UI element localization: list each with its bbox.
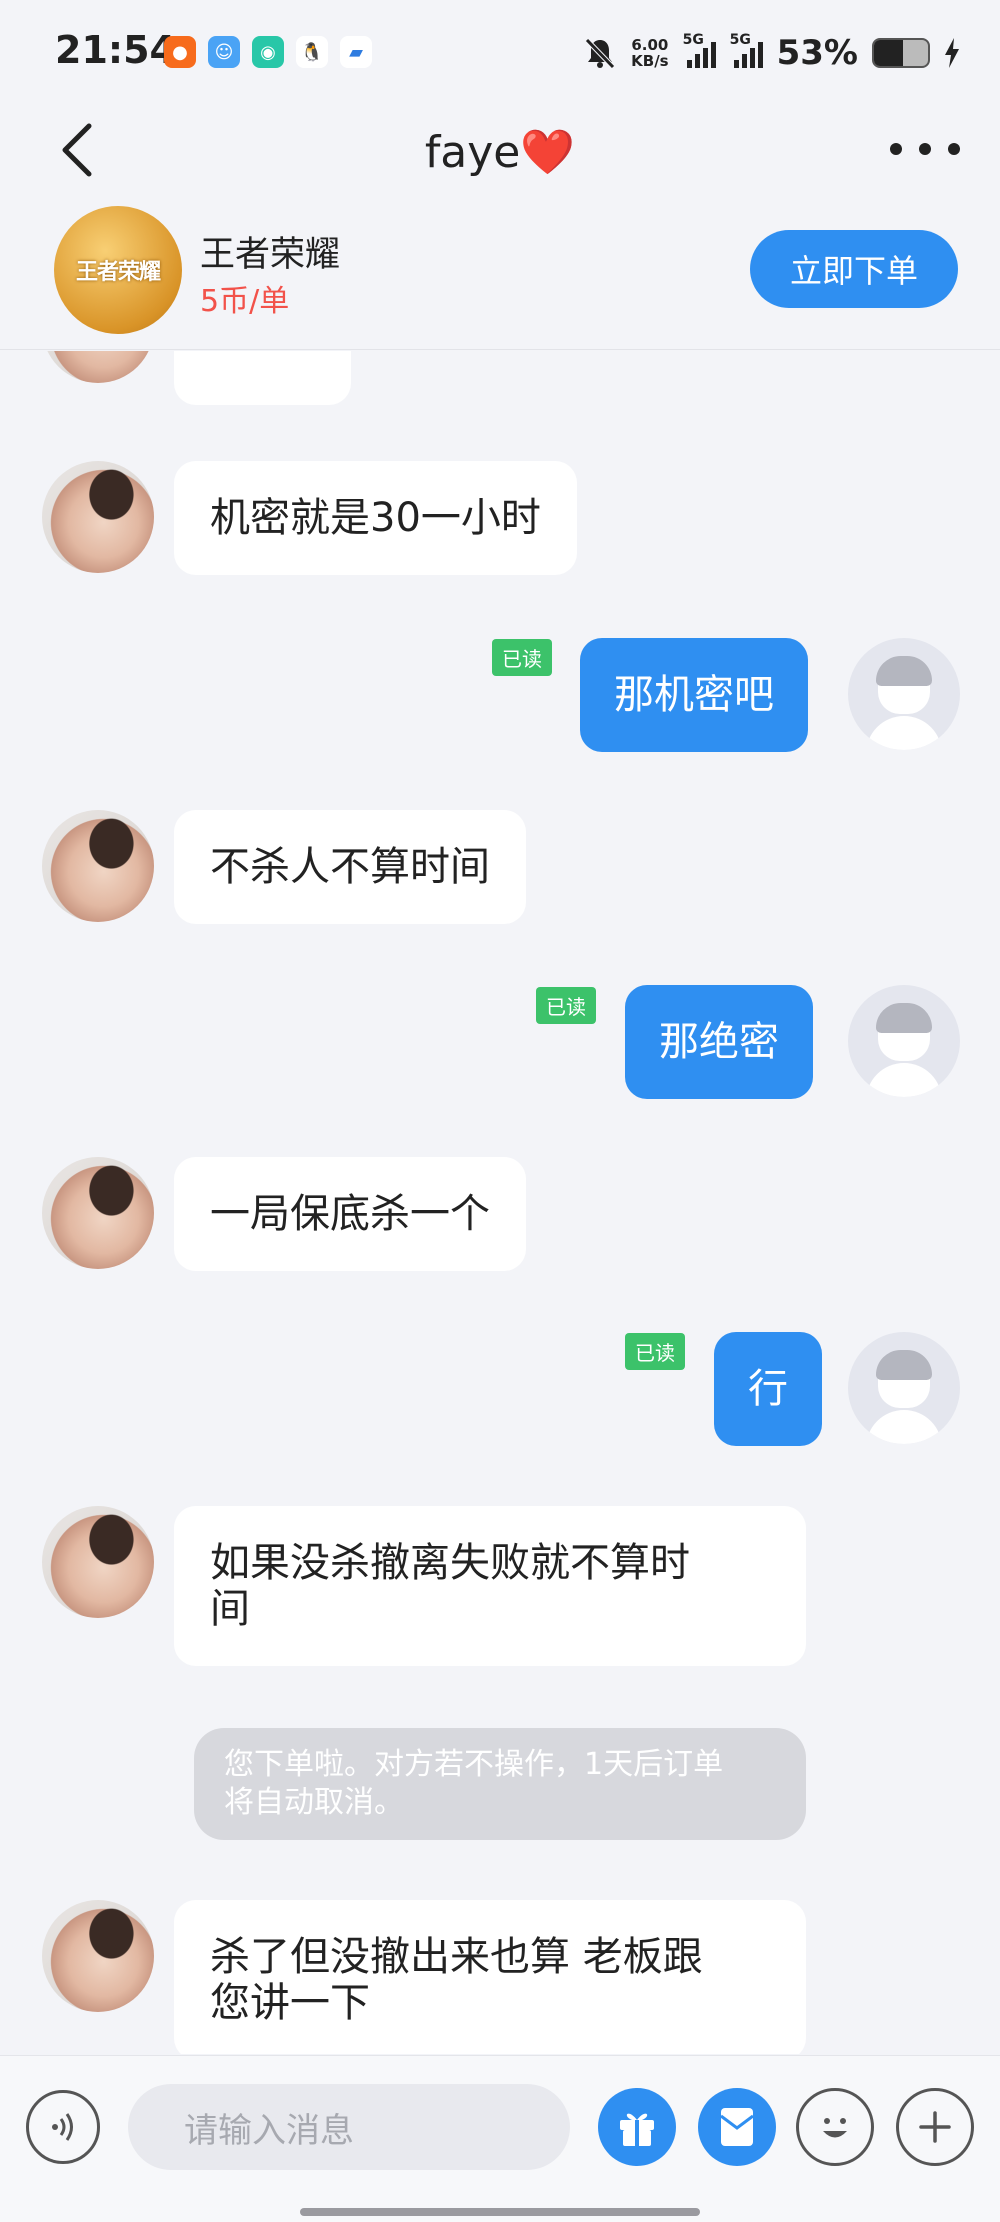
chat-title: faye❤️ <box>424 127 576 178</box>
network-speed-value: 6.00 <box>631 36 669 54</box>
partner-avatar[interactable] <box>42 461 154 573</box>
my-avatar[interactable] <box>848 1332 960 1444</box>
signal-1-label: 5G <box>682 32 704 48</box>
message-bubble-incoming: 如果没杀撤离失败就不算时 间 <box>174 1506 806 1666</box>
more-actions-button[interactable] <box>896 2088 974 2166</box>
message-bubble-outgoing: 那机密吧 <box>580 638 808 752</box>
message-incoming <box>42 810 154 922</box>
gift-icon <box>620 2113 654 2146</box>
camera-app-icon: ◉ <box>252 36 284 68</box>
my-avatar[interactable] <box>848 985 960 1097</box>
more-dot-icon <box>890 143 902 155</box>
message-bubble-incoming: 杀了但没撤出来也算 老板跟 您讲一下 <box>174 1900 806 2054</box>
partner-avatar[interactable] <box>42 1900 154 2012</box>
chat-input-bar: 请输入消息 <box>0 2055 1000 2222</box>
nav-bar: faye❤️ <box>0 104 1000 196</box>
partner-avatar[interactable] <box>42 1506 154 1618</box>
message-bubble-incoming: 机密就是30一小时 <box>174 461 577 575</box>
partner-avatar[interactable] <box>42 351 154 383</box>
system-notice-line: 将自动取消。 <box>224 1785 404 1820</box>
signal-2-icon: 5G <box>730 32 763 68</box>
kuaishou-app-icon: ● <box>164 36 196 68</box>
message-outgoing <box>848 985 960 1097</box>
network-speed: 6.00 KB/s <box>631 37 668 69</box>
message-app-icon: ▰ <box>340 36 372 68</box>
voice-input-button[interactable] <box>26 2090 100 2164</box>
message-line: 杀了但没撤出来也算 老板跟 <box>210 1934 703 1980</box>
plus-icon <box>919 2111 951 2143</box>
read-status-tag: 已读 <box>536 987 596 1024</box>
message-outgoing <box>848 638 960 750</box>
battery-fill <box>874 40 903 66</box>
status-bar: 21:54 ● ☺ ◉ 🐧 ▰ 6.00 KB/s 5G 5G 53% <box>0 0 1000 104</box>
read-status-tag: 已读 <box>492 639 552 676</box>
battery-icon <box>872 38 930 68</box>
network-speed-unit: KB/s <box>631 52 669 70</box>
message-bubble-incoming: 不杀人不算时间 <box>174 810 526 924</box>
more-dot-icon <box>919 143 931 155</box>
message-incoming <box>42 351 154 383</box>
system-notice: 您下单啦。对方若不操作，1天后订单 将自动取消。 <box>194 1728 806 1840</box>
charging-icon <box>945 38 959 68</box>
envelope-icon <box>720 2108 754 2146</box>
game-service-header: 王者荣耀 王者荣耀 5币/单 立即下单 <box>0 196 1000 350</box>
read-status-tag: 已读 <box>625 1333 685 1370</box>
voice-icon <box>52 2113 73 2141</box>
game-name: 王者荣耀 <box>200 235 341 275</box>
message-incoming <box>42 1157 154 1269</box>
status-right: 6.00 KB/s 5G 5G 53% <box>583 28 960 78</box>
notification-icons: ● ☺ ◉ 🐧 ▰ <box>164 36 372 68</box>
mute-bell-icon <box>585 38 615 69</box>
more-options-button[interactable] <box>890 134 960 164</box>
chat-message-list[interactable]: 位加5 机密就是30一小时 已读 那机密吧 不杀人不算时间 已读 那绝密 一局保… <box>0 351 1000 2054</box>
message-incoming <box>42 1900 154 2012</box>
order-now-button[interactable]: 立即下单 <box>750 230 958 308</box>
message-incoming <box>42 461 154 573</box>
qq-app-icon: 🐧 <box>296 36 328 68</box>
home-indicator[interactable] <box>300 2208 700 2216</box>
my-avatar[interactable] <box>848 638 960 750</box>
signal-2-label: 5G <box>729 32 751 48</box>
more-dot-icon <box>948 143 960 155</box>
message-bubble-outgoing: 那绝密 <box>625 985 813 1099</box>
message-line: 您讲一下 <box>210 1980 370 2026</box>
emoji-button[interactable] <box>796 2088 874 2166</box>
message-bubble-incoming: 一局保底杀一个 <box>174 1157 526 1271</box>
system-notice-line: 您下单啦。对方若不操作，1天后订单 <box>224 1747 724 1782</box>
message-bubble-outgoing: 行 <box>714 1332 822 1446</box>
partner-avatar[interactable] <box>42 810 154 922</box>
smiley-icon <box>823 2118 847 2138</box>
message-outgoing <box>848 1332 960 1444</box>
signal-1-icon: 5G <box>683 32 716 68</box>
game-logo: 王者荣耀 <box>54 206 182 334</box>
message-line: 间 <box>210 1586 250 1632</box>
game-price: 5币/单 <box>200 284 290 319</box>
status-time: 21:54 <box>55 28 176 72</box>
gift-button[interactable] <box>598 2088 676 2166</box>
message-line: 如果没杀撤离失败就不算时 <box>210 1540 690 1586</box>
chat-app-icon: ☺ <box>208 36 240 68</box>
partner-avatar[interactable] <box>42 1157 154 1269</box>
red-packet-button[interactable] <box>698 2088 776 2166</box>
battery-percent: 53% <box>776 33 858 73</box>
message-bubble-incoming: 位加5 <box>174 351 352 405</box>
message-incoming <box>42 1506 154 1618</box>
message-input[interactable]: 请输入消息 <box>128 2084 570 2170</box>
